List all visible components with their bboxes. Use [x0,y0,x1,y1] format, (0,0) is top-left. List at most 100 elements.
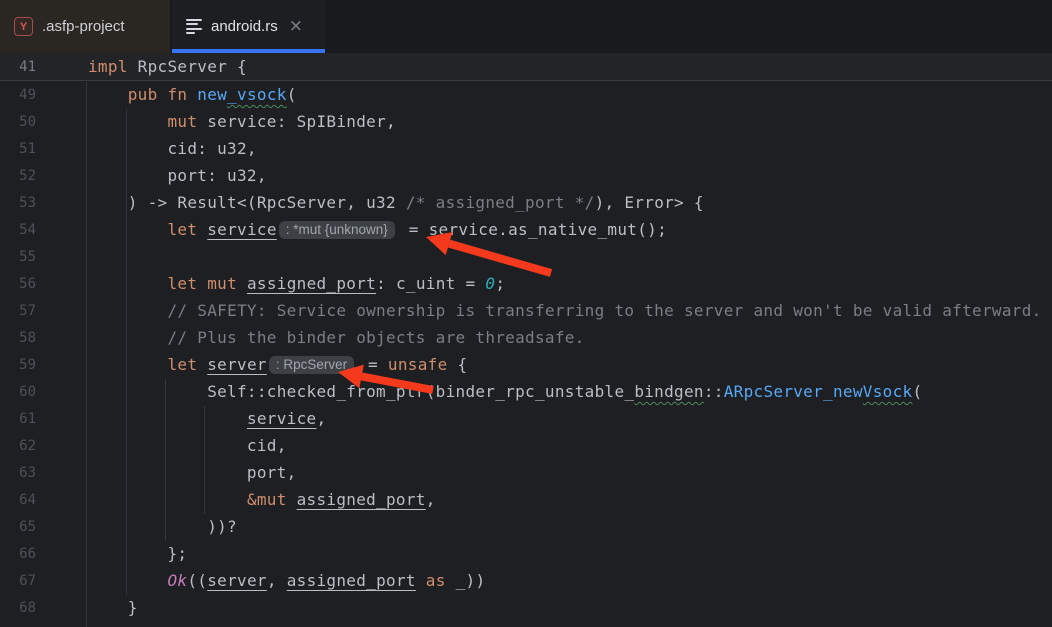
code-line[interactable]: 55 [0,243,1052,270]
code-line[interactable]: 57 // SAFETY: Service ownership is trans… [0,297,1052,324]
code-token: service [207,220,277,239]
line-number[interactable]: 61 [0,411,88,427]
code-token: // SAFETY: Service ownership is transfer… [167,301,1041,320]
code-line[interactable]: 53 ) -> Result<(RpcServer, u32 /* assign… [0,189,1052,216]
code-line-text[interactable]: cid: u32, [88,139,257,158]
code-token: , [316,409,326,428]
code-token: cid, [88,436,287,455]
code-line[interactable]: 62 cid, [0,432,1052,459]
code-token: ))? [88,517,237,536]
code-line-text[interactable]: port, [88,463,297,482]
sticky-scope-line[interactable]: 41impl RpcServer { [0,53,1052,81]
code-line[interactable]: 50 mut service: SpIBinder, [0,108,1052,135]
code-line-text[interactable]: ) -> Result<(RpcServer, u32 /* assigned_… [88,193,704,212]
line-number[interactable]: 64 [0,492,88,508]
code-line-text[interactable]: impl RpcServer { [88,57,247,76]
line-number[interactable]: 62 [0,438,88,454]
line-number[interactable]: 54 [0,222,88,238]
tab-android-rs[interactable]: android.rs × [172,0,325,53]
line-number[interactable]: 52 [0,168,88,184]
tab-close-icon[interactable]: × [289,18,303,35]
code-line[interactable]: 56 let mut assigned_port: c_uint = 0; [0,270,1052,297]
code-line[interactable]: 49 pub fn new_vsock( [0,81,1052,108]
code-token: = [358,355,388,374]
line-number[interactable]: 55 [0,249,88,265]
line-number[interactable]: 60 [0,384,88,400]
code-editor[interactable]: 41impl RpcServer { 49 pub fn new_vsock(5… [0,53,1052,627]
code-line[interactable]: 52 port: u32, [0,162,1052,189]
line-number[interactable]: 49 [0,87,88,103]
code-token [88,301,167,320]
code-line[interactable]: 68 } [0,594,1052,621]
line-number[interactable]: 53 [0,195,88,211]
code-line-text[interactable]: pub fn new_vsock( [88,85,297,104]
line-number[interactable]: 59 [0,357,88,373]
code-line-text[interactable]: Self::checked_from_ptr(binder_rpc_unstab… [88,382,922,401]
code-line[interactable]: 61 service, [0,405,1052,432]
code-line[interactable]: 64 &mut assigned_port, [0,486,1052,513]
code-line[interactable]: 58 // Plus the binder objects are thread… [0,324,1052,351]
line-number[interactable]: 63 [0,465,88,481]
code-line-text[interactable]: port: u32, [88,166,267,185]
line-number[interactable]: 57 [0,303,88,319]
line-number[interactable]: 56 [0,276,88,292]
code-token [88,355,167,374]
code-token [88,112,167,131]
code-line[interactable]: 59 let server: RpcServer = unsafe { [0,351,1052,378]
code-token: _vsock [227,85,287,104]
code-line-text[interactable]: ))? [88,517,237,536]
code-line-text[interactable]: Ok((server, assigned_port as _)) [88,571,485,590]
code-token: &mut [247,490,287,509]
code-line-text[interactable]: &mut assigned_port, [88,490,436,509]
code-line[interactable]: 63 port, [0,459,1052,486]
code-token: ( [287,85,297,104]
code-line-text[interactable]: let mut assigned_port: c_uint = 0; [88,274,505,293]
line-number[interactable]: 65 [0,519,88,535]
code-token [88,274,167,293]
code-token: Self::checked_from_ptr(binder_rpc_unstab… [88,382,634,401]
code-token: let [167,220,197,239]
code-line-text[interactable]: }; [88,544,187,563]
code-token: let [167,355,197,374]
code-token: assigned_port [297,490,426,509]
code-token: :: [704,382,724,401]
code-line-text[interactable]: // SAFETY: Service ownership is transfer… [88,301,1042,320]
code-line-text[interactable]: cid, [88,436,287,455]
code-token: port, [88,463,297,482]
code-token [197,274,207,293]
code-token: unsafe [388,355,448,374]
type-inlay-hint[interactable]: : RpcServer [269,356,354,374]
code-token: impl [88,57,128,76]
line-number[interactable]: 67 [0,573,88,589]
code-token [197,355,207,374]
code-token [88,490,247,509]
code-token [88,328,167,347]
code-line[interactable]: 66 }; [0,540,1052,567]
ide-window: Y .asfp-project android.rs × 41impl RpcS… [0,0,1052,627]
line-number[interactable]: 50 [0,114,88,130]
code-line-text[interactable]: // Plus the binder objects are threadsaf… [88,328,585,347]
code-line[interactable]: 54 let service: *mut {unknown} = service… [0,216,1052,243]
code-token [187,85,197,104]
project-widget[interactable]: Y .asfp-project [0,0,170,53]
code-token: ) -> Result<(RpcServer, u32 [88,193,406,212]
code-line[interactable]: 60 Self::checked_from_ptr(binder_rpc_uns… [0,378,1052,405]
code-line[interactable]: 51 cid: u32, [0,135,1052,162]
line-number[interactable]: 66 [0,546,88,562]
code-line-text[interactable]: mut service: SpIBinder, [88,112,396,131]
code-line[interactable]: 65 ))? [0,513,1052,540]
code-token: as [426,571,446,590]
line-number[interactable]: 41 [0,59,88,75]
code-line-text[interactable]: let server: RpcServer = unsafe { [88,355,467,375]
code-line-text[interactable]: let service: *mut {unknown} = service.as… [88,220,667,240]
code-line-text[interactable]: service, [88,409,326,428]
line-number[interactable]: 68 [0,600,88,616]
line-number[interactable]: 58 [0,330,88,346]
code-line-text[interactable]: } [88,598,138,617]
code-token: server [207,355,267,374]
type-inlay-hint[interactable]: : *mut {unknown} [279,221,395,239]
code-token [88,220,167,239]
code-token: // Plus the binder objects are threadsaf… [167,328,584,347]
line-number[interactable]: 51 [0,141,88,157]
code-line[interactable]: 67 Ok((server, assigned_port as _)) [0,567,1052,594]
